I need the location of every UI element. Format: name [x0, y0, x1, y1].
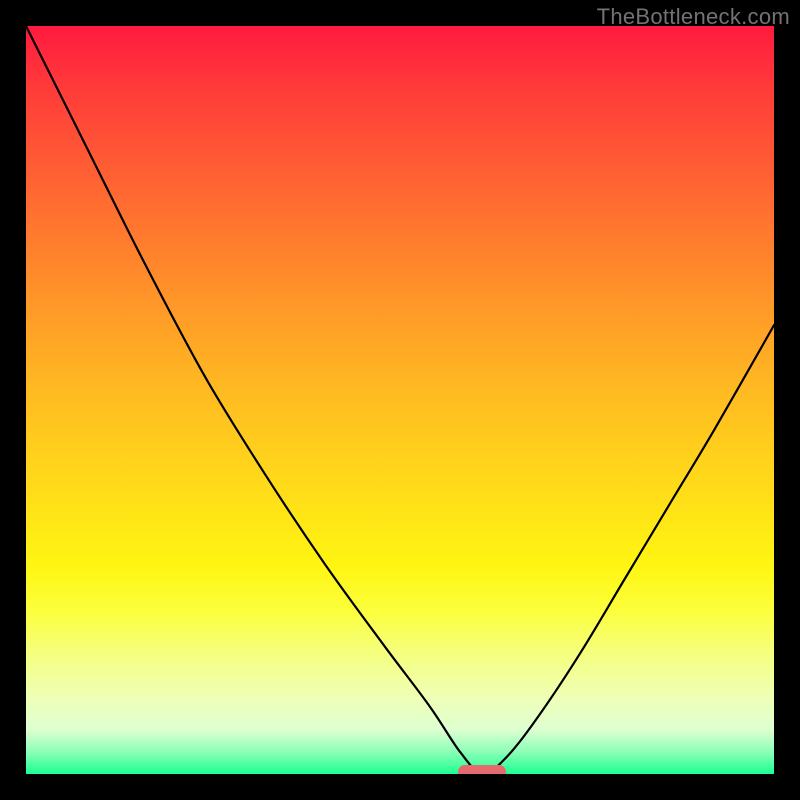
bottleneck-curve	[26, 26, 774, 774]
chart-frame: TheBottleneck.com	[0, 0, 800, 800]
trough-marker	[458, 765, 506, 774]
plot-area	[26, 26, 774, 774]
